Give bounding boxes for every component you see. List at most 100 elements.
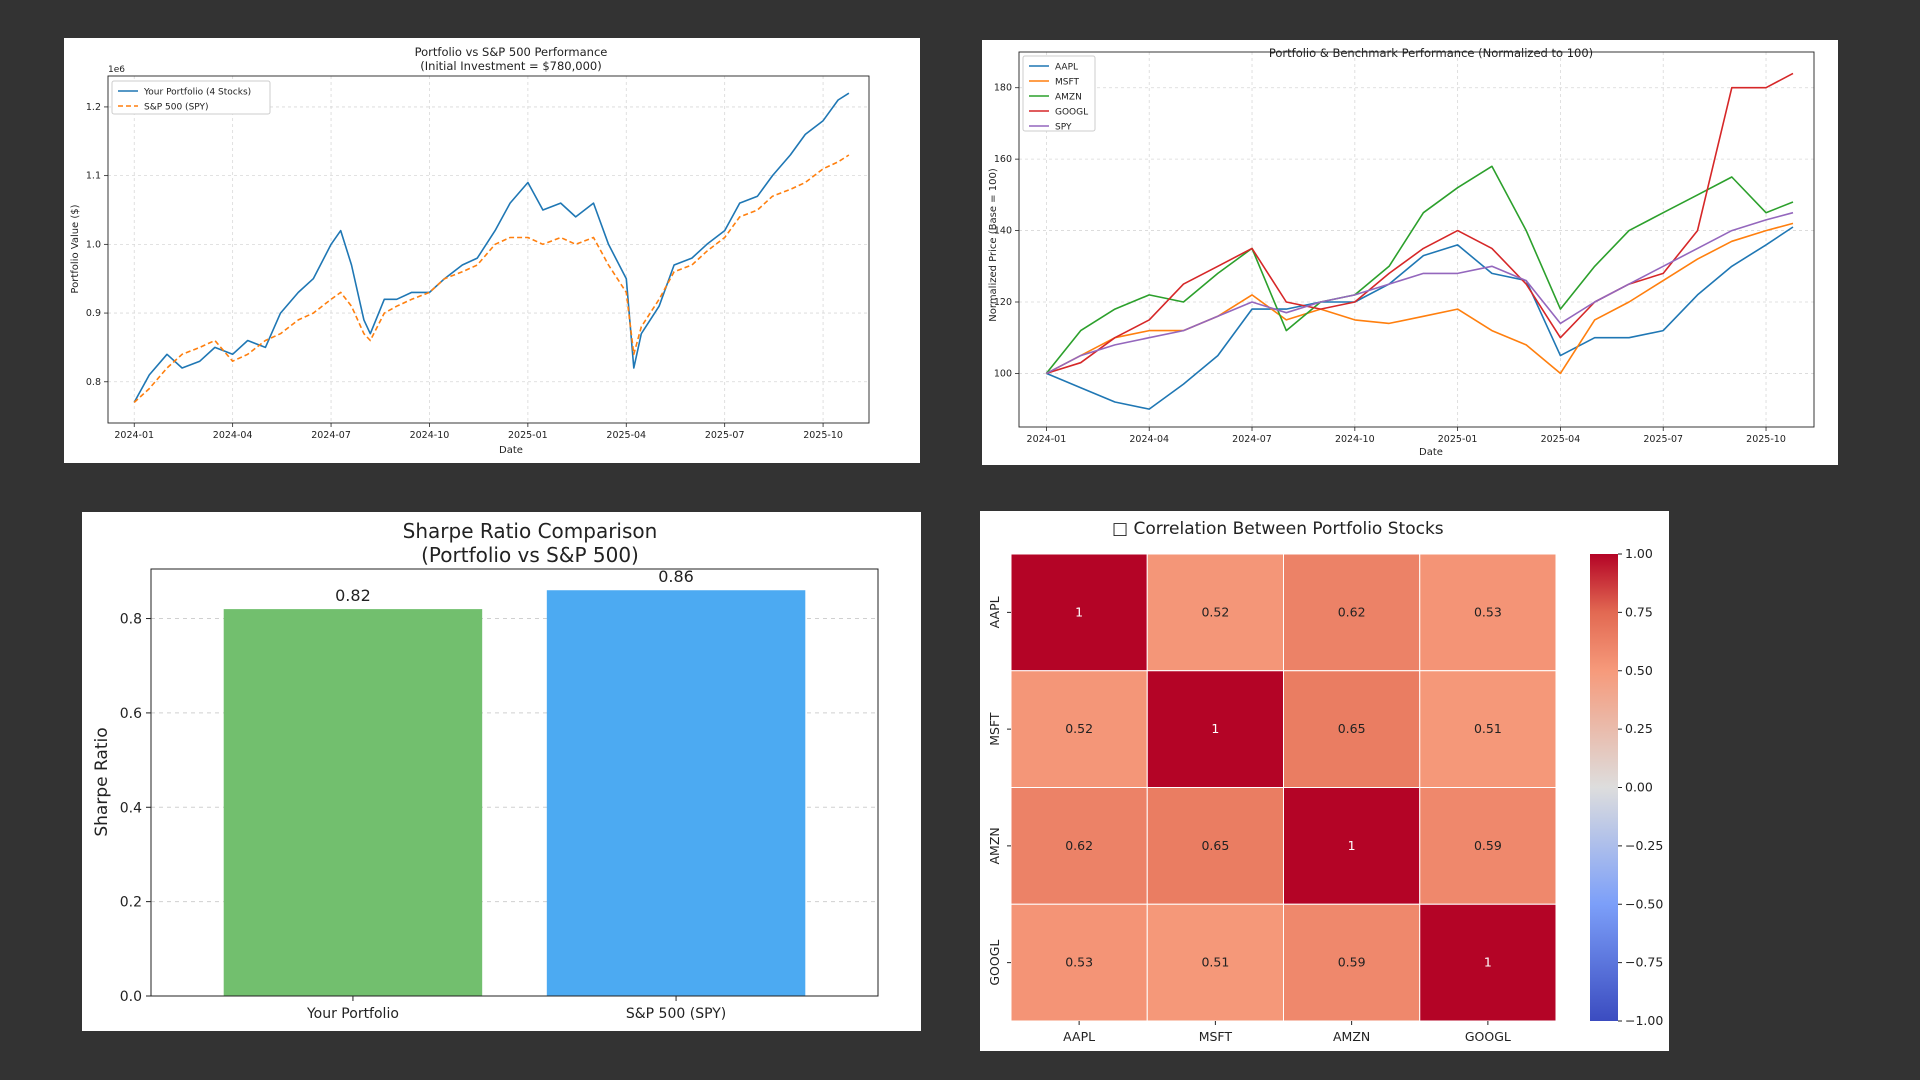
y-tick-label: 0.0 bbox=[120, 989, 142, 1005]
heatmap-cell-label: 0.52 bbox=[1065, 721, 1093, 736]
normalized-performance-panel: Portfolio & Benchmark Performance (Norma… bbox=[982, 40, 1838, 465]
bar-sp500-spy bbox=[546, 590, 806, 996]
series-line-s-p-500-spy bbox=[133, 154, 850, 403]
x-tick-label: 2024-07 bbox=[311, 430, 351, 441]
x-tick-label: 2024-10 bbox=[410, 430, 450, 441]
colorbar-tick-label: 1.00 bbox=[1625, 546, 1653, 561]
legend-label: SPY bbox=[1055, 123, 1072, 133]
legend-label: S&P 500 (SPY) bbox=[144, 103, 209, 113]
chart-title: Sharpe Ratio Comparison bbox=[403, 519, 658, 543]
heatmap-cell-label: 1 bbox=[1348, 838, 1356, 853]
y-tick-label: 140 bbox=[994, 226, 1012, 237]
colorbar bbox=[1590, 554, 1618, 1021]
y-tick-label: 0.8 bbox=[86, 377, 101, 388]
y-tick-label: 160 bbox=[994, 154, 1012, 165]
portfolio-vs-sp500-panel: Portfolio vs S&P 500 Performance (Initia… bbox=[64, 38, 920, 463]
y-tick-label: GOOGL bbox=[987, 940, 1002, 986]
x-tick-label: 2025-07 bbox=[705, 430, 745, 441]
y-axis-label: Portfolio Value ($) bbox=[70, 204, 81, 293]
x-tick-label: 2024-10 bbox=[1335, 434, 1375, 445]
y-tick-label: AMZN bbox=[987, 827, 1002, 864]
colorbar-tick-label: 0.25 bbox=[1625, 721, 1653, 736]
bar-value-label: 0.82 bbox=[335, 586, 371, 605]
plot-frame bbox=[1018, 51, 1815, 428]
correlation-heatmap-panel: □ Correlation Between Portfolio Stocks 1… bbox=[980, 511, 1669, 1051]
heatmap-cell-label: 0.51 bbox=[1474, 721, 1502, 736]
x-tick-label: 2025-04 bbox=[606, 430, 646, 441]
heatmap-cell-label: 1 bbox=[1211, 721, 1219, 736]
x-tick-label: S&P 500 (SPY) bbox=[626, 1006, 726, 1022]
legend-label: AMZN bbox=[1055, 93, 1082, 103]
sharpe-ratio-panel: Sharpe Ratio Comparison (Portfolio vs S&… bbox=[82, 512, 921, 1031]
y-tick-label: 0.8 bbox=[120, 612, 142, 628]
plot-frame bbox=[107, 75, 870, 424]
colorbar-tick-label: −0.25 bbox=[1625, 838, 1663, 853]
y-axis-label: Sharpe Ratio bbox=[92, 727, 112, 836]
x-tick-label: 2025-01 bbox=[1438, 434, 1478, 445]
colorbar-tick-label: −0.50 bbox=[1625, 896, 1663, 911]
y-tick-label: MSFT bbox=[987, 712, 1002, 746]
y-tick-label: 1.2 bbox=[86, 102, 101, 113]
x-tick-label: 2024-04 bbox=[213, 430, 253, 441]
heatmap-cell-label: 0.52 bbox=[1201, 604, 1229, 619]
heatmap-cell-label: 0.51 bbox=[1201, 955, 1229, 970]
heatmap-cell-label: 1 bbox=[1484, 955, 1492, 970]
chart-subtitle: (Initial Investment = $780,000) bbox=[420, 59, 601, 73]
y-tick-label: 180 bbox=[994, 83, 1012, 94]
legend-label: MSFT bbox=[1055, 78, 1079, 88]
x-axis-label: Date bbox=[1419, 447, 1443, 458]
y-offset-label: 1e6 bbox=[108, 65, 125, 75]
heatmap-cell-label: 0.65 bbox=[1201, 838, 1229, 853]
x-tick-label: AAPL bbox=[1063, 1029, 1095, 1044]
series-line-googl bbox=[1046, 72, 1794, 375]
x-tick-label: AMZN bbox=[1333, 1029, 1370, 1044]
y-tick-label: AAPL bbox=[987, 596, 1002, 628]
legend-label: AAPL bbox=[1055, 63, 1078, 73]
x-axis-label: Date bbox=[499, 445, 523, 456]
chart-title: Portfolio & Benchmark Performance (Norma… bbox=[1269, 46, 1593, 60]
y-tick-label: 100 bbox=[994, 368, 1012, 379]
x-tick-label: 2024-01 bbox=[1027, 434, 1067, 445]
y-tick-label: 0.6 bbox=[120, 706, 142, 722]
chart-title: □ Correlation Between Portfolio Stocks bbox=[1112, 519, 1444, 539]
x-tick-label: MSFT bbox=[1199, 1029, 1233, 1044]
heatmap-cell-label: 0.59 bbox=[1474, 838, 1502, 853]
y-tick-label: 0.9 bbox=[86, 308, 101, 319]
chart-title: Portfolio vs S&P 500 Performance bbox=[415, 45, 608, 59]
x-tick-label: 2025-10 bbox=[803, 430, 843, 441]
x-tick-label: 2025-04 bbox=[1541, 434, 1581, 445]
colorbar-tick-label: −0.75 bbox=[1625, 955, 1663, 970]
heatmap-cell-label: 0.59 bbox=[1338, 955, 1366, 970]
bar-value-label: 0.86 bbox=[658, 567, 694, 586]
x-tick-label: 2024-07 bbox=[1232, 434, 1272, 445]
series-line-spy bbox=[1046, 211, 1794, 375]
x-tick-label: 2024-04 bbox=[1129, 434, 1169, 445]
correlation-heatmap-chart: □ Correlation Between Portfolio Stocks 1… bbox=[987, 519, 1663, 1044]
heatmap-cell-label: 0.65 bbox=[1338, 721, 1366, 736]
bar-your-portfolio bbox=[223, 609, 483, 996]
colorbar-tick-label: −1.00 bbox=[1625, 1013, 1663, 1028]
colorbar-tick-label: 0.75 bbox=[1625, 604, 1653, 619]
colorbar-tick-label: 0.50 bbox=[1625, 663, 1653, 678]
heatmap-cell-label: 0.53 bbox=[1474, 604, 1502, 619]
x-tick-label: 2025-07 bbox=[1643, 434, 1683, 445]
sharpe-ratio-chart: Sharpe Ratio Comparison (Portfolio vs S&… bbox=[92, 519, 879, 1022]
legend-label: Your Portfolio (4 Stocks) bbox=[143, 88, 251, 98]
x-tick-label: 2025-01 bbox=[508, 430, 548, 441]
heatmap-cell-label: 1 bbox=[1075, 604, 1083, 619]
y-tick-label: 0.2 bbox=[120, 895, 142, 911]
y-tick-label: 1.1 bbox=[86, 171, 101, 182]
x-tick-label: 2025-10 bbox=[1746, 434, 1786, 445]
y-tick-label: 1.0 bbox=[86, 239, 101, 250]
series-line-aapl bbox=[1046, 226, 1794, 410]
normalized-performance-chart: Portfolio & Benchmark Performance (Norma… bbox=[988, 46, 1815, 458]
y-tick-label: 0.4 bbox=[120, 800, 142, 816]
heatmap-cell-label: 0.62 bbox=[1065, 838, 1093, 853]
colorbar-tick-label: 0.00 bbox=[1625, 780, 1653, 795]
chart-subtitle: (Portfolio vs S&P 500) bbox=[421, 543, 639, 567]
portfolio-vs-sp500-chart: Portfolio vs S&P 500 Performance (Initia… bbox=[70, 45, 870, 456]
x-tick-label: GOOGL bbox=[1465, 1029, 1511, 1044]
series-line-msft bbox=[1046, 222, 1794, 375]
heatmap-cell-label: 0.53 bbox=[1065, 955, 1093, 970]
legend-label: GOOGL bbox=[1055, 108, 1088, 118]
